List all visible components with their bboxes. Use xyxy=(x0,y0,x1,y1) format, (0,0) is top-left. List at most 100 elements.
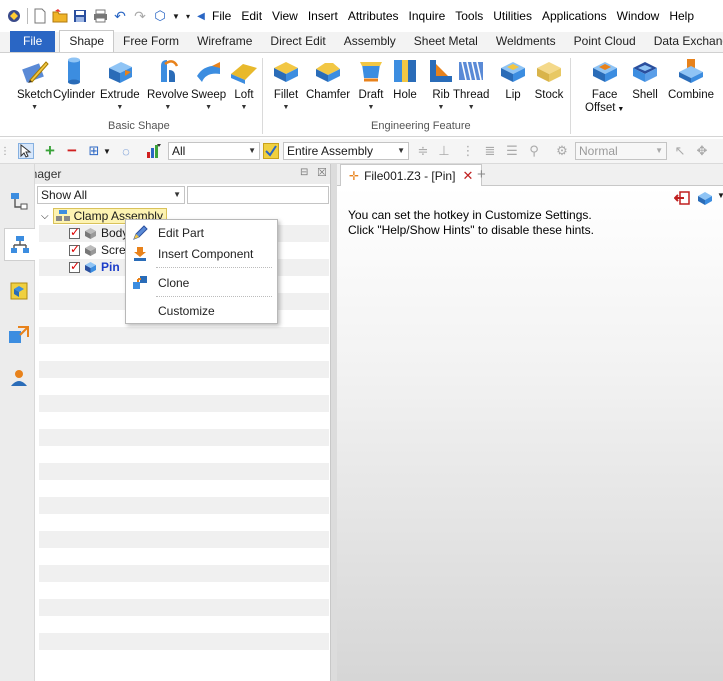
tab-data-exchange[interactable]: Data Exchange xyxy=(645,31,723,52)
tree-search-input[interactable] xyxy=(187,186,329,204)
tree-item-body[interactable]: Body xyxy=(69,225,128,241)
chevron-down-icon: ▼ xyxy=(615,106,625,113)
hole-button[interactable]: Hole xyxy=(390,56,420,102)
tab-sheet-metal[interactable]: Sheet Metal xyxy=(405,31,487,52)
combine-button[interactable]: Combine xyxy=(668,56,714,102)
rib-button[interactable]: Rib ▼ xyxy=(426,56,456,112)
menu-help[interactable]: Help xyxy=(669,9,694,23)
close-panel-icon[interactable]: ☒ xyxy=(317,166,327,179)
tab-shape[interactable]: Shape xyxy=(59,30,115,52)
draft-button[interactable]: Draft ▼ xyxy=(356,56,386,112)
undo-icon[interactable]: ↶ xyxy=(112,8,128,24)
context-menu-clone[interactable]: Clone xyxy=(126,273,277,293)
context-menu-customize[interactable]: Customize xyxy=(126,301,277,321)
close-tab-icon[interactable]: ✕ xyxy=(462,168,473,184)
history-manager-icon[interactable] xyxy=(8,190,30,212)
stack-icon[interactable]: ≣ xyxy=(482,143,498,159)
menu-window[interactable]: Window xyxy=(617,9,660,23)
context-menu-edit-part[interactable]: Edit Part xyxy=(126,223,277,243)
cylinder-icon xyxy=(59,56,89,86)
menu-tools[interactable]: Tools xyxy=(455,9,483,23)
distribute-icon[interactable]: ⋮ xyxy=(460,143,476,159)
menu-inquire[interactable]: Inquire xyxy=(409,9,446,23)
chevron-down-icon[interactable]: ⌵ xyxy=(41,211,49,222)
pointer-icon[interactable]: ↖ xyxy=(672,143,688,159)
settings-icon[interactable]: ⚙ xyxy=(554,143,570,159)
sketch-button[interactable]: Sketch ▼ xyxy=(17,56,52,112)
visibility-checkbox[interactable] xyxy=(69,259,80,273)
assembly-scope-icon[interactable] xyxy=(263,143,279,159)
face-offset-button[interactable]: Face Offset ▼ xyxy=(585,56,624,116)
menu-file[interactable]: File xyxy=(212,9,231,23)
add-icon[interactable]: + xyxy=(42,141,58,160)
lip-button[interactable]: Lip xyxy=(498,56,528,102)
tab-file[interactable]: File xyxy=(10,31,56,52)
chamfer-button[interactable]: Chamfer xyxy=(306,56,350,102)
graphics-canvas[interactable]: You can set the hotkey in Customize Sett… xyxy=(337,186,723,681)
redo-icon[interactable]: ↷ xyxy=(132,8,148,24)
chevron-down-icon: ▼ xyxy=(116,104,124,111)
sweep-button[interactable]: Sweep ▼ xyxy=(191,56,226,112)
order-icon[interactable]: ☰ xyxy=(504,143,520,159)
tab-wireframe[interactable]: Wireframe xyxy=(188,31,261,52)
assembly-manager-icon[interactable] xyxy=(4,228,35,261)
import-manager-icon[interactable] xyxy=(8,324,30,346)
remove-icon[interactable]: − xyxy=(64,141,80,160)
document-tab[interactable]: ✛ File001.Z3 - [Pin] ✕ xyxy=(340,164,483,186)
pin-tool-icon[interactable]: ⚲ xyxy=(526,143,542,159)
quick-access-dropdown-icon[interactable]: ▼ xyxy=(172,8,180,24)
shell-button[interactable]: Shell xyxy=(630,56,660,102)
tab-free-form[interactable]: Free Form xyxy=(114,31,188,52)
collapse-arrow-icon[interactable]: ◀ xyxy=(196,8,206,24)
menu-applications[interactable]: Applications xyxy=(542,9,607,23)
context-menu-insert-component[interactable]: Insert Component xyxy=(126,244,277,264)
visibility-checkbox[interactable] xyxy=(69,225,80,239)
visibility-checkbox[interactable] xyxy=(69,242,80,256)
tab-weldments[interactable]: Weldments xyxy=(487,31,565,52)
tree-item-pin[interactable]: Pin xyxy=(69,259,120,275)
cylinder-button[interactable]: Cylinder xyxy=(53,56,95,102)
tree-filter-select[interactable]: Show All ▼ xyxy=(37,186,185,204)
menu-edit[interactable]: Edit xyxy=(241,9,262,23)
snap-icon[interactable]: ✥ xyxy=(694,143,710,159)
tree-row xyxy=(39,378,329,395)
save-icon[interactable] xyxy=(72,8,88,24)
app-logo-icon[interactable] xyxy=(6,8,22,24)
exit-part-icon[interactable] xyxy=(673,190,690,209)
menu-attributes[interactable]: Attributes xyxy=(348,9,399,23)
chevron-down-icon[interactable]: ▼ xyxy=(717,191,723,200)
view-cube-icon[interactable] xyxy=(696,190,714,209)
menu-utilities[interactable]: Utilities xyxy=(493,9,532,23)
filter-select[interactable]: All ▼ xyxy=(168,142,260,160)
align-icon[interactable]: ≑ xyxy=(415,143,431,159)
select-pointer-icon[interactable] xyxy=(18,143,34,159)
mode-select[interactable]: Normal ▼ xyxy=(575,142,667,160)
restore-icon[interactable]: ⊟ xyxy=(300,167,308,178)
fillet-button[interactable]: Fillet ▼ xyxy=(271,56,301,112)
tab-point-cloud[interactable]: Point Cloud xyxy=(565,31,645,52)
select-filter-icon[interactable]: ⬡ xyxy=(152,8,168,24)
loft-button[interactable]: Loft ▼ xyxy=(229,56,259,112)
user-manager-icon[interactable] xyxy=(8,367,30,389)
menu-insert[interactable]: Insert xyxy=(308,9,338,23)
tab-assembly[interactable]: Assembly xyxy=(335,31,405,52)
panel-splitter[interactable] xyxy=(330,164,337,681)
extrude-button[interactable]: Extrude ▼ xyxy=(100,56,140,112)
new-file-icon[interactable] xyxy=(32,8,48,24)
chevron-down-icon[interactable]: ▼ xyxy=(103,143,111,159)
menu-view[interactable]: View xyxy=(272,9,298,23)
scope-select[interactable]: Entire Assembly ▼ xyxy=(283,142,409,160)
new-tab-icon[interactable]: + xyxy=(477,166,486,183)
customize-quick-access-icon[interactable]: ▾ xyxy=(184,8,192,24)
filter-icon[interactable] xyxy=(146,143,162,159)
level-icon[interactable]: ⊥ xyxy=(436,143,452,159)
box-select-icon[interactable]: ⊞ xyxy=(86,143,102,159)
part-manager-icon[interactable] xyxy=(8,280,30,302)
print-icon[interactable] xyxy=(92,8,108,24)
open-file-icon[interactable] xyxy=(52,8,68,24)
tab-direct-edit[interactable]: Direct Edit xyxy=(261,31,334,52)
stock-button[interactable]: Stock xyxy=(534,56,564,102)
thread-button[interactable]: Thread ▼ xyxy=(453,56,489,112)
lasso-select-icon[interactable]: ◌ xyxy=(118,143,134,159)
revolve-button[interactable]: Revolve ▼ xyxy=(147,56,189,112)
